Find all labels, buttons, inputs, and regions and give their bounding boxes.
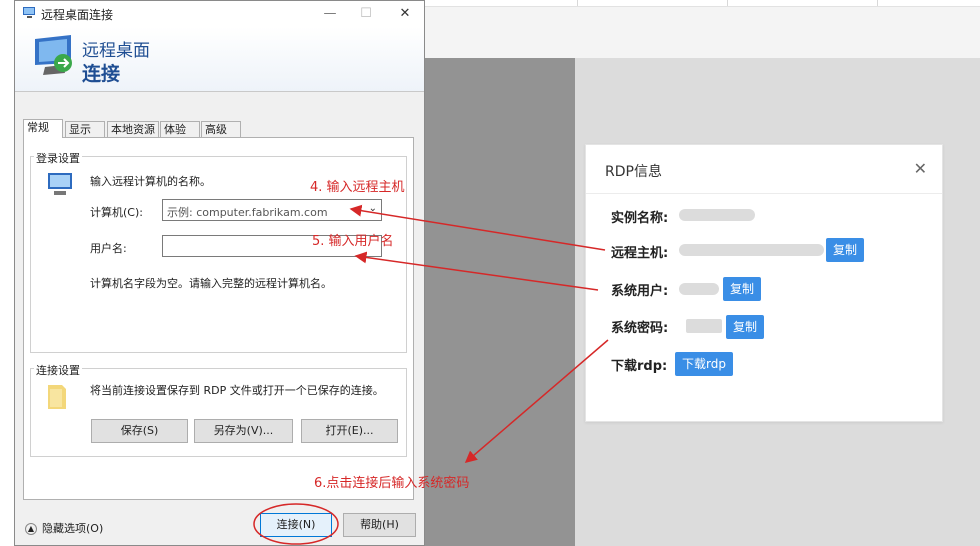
annotation-step5: 5. 输入用户名	[312, 234, 394, 249]
instance-name-value-redacted	[679, 209, 755, 221]
rdp-card-divider	[586, 193, 942, 194]
system-password-label: 系统密码:	[611, 321, 669, 336]
login-instruction: 输入远程计算机的名称。	[90, 175, 211, 188]
system-password-value-redacted	[686, 319, 722, 333]
close-button[interactable]: ✕	[385, 3, 425, 25]
computer-icon	[48, 173, 72, 195]
maximize-button[interactable]: ☐	[346, 3, 386, 25]
connection-settings-text: 将当前连接设置保存到 RDP 文件或打开一个已保存的连接。	[90, 384, 384, 397]
copy-user-button[interactable]: 复制	[723, 277, 762, 301]
rdp-card-title: RDP信息	[605, 164, 662, 180]
download-rdp-label: 下载rdp:	[611, 359, 668, 374]
background-app-toolbar	[425, 0, 980, 58]
save-as-button[interactable]: 另存为(V)...	[194, 419, 293, 443]
login-settings-label: 登录设置	[34, 150, 82, 166]
connect-button[interactable]: 连接(N)	[260, 513, 332, 537]
system-user-label: 系统用户:	[611, 284, 669, 299]
tab-display[interactable]: 显示	[65, 121, 105, 137]
computer-combobox[interactable]: 示例: computer.fabrikam.com ⌄	[162, 199, 382, 221]
chevron-up-icon: ▲	[25, 523, 37, 535]
instance-name-label: 实例名称:	[611, 211, 669, 226]
banner-divider	[15, 91, 424, 92]
copy-password-button[interactable]: 复制	[726, 315, 765, 339]
remote-host-label: 远程主机:	[611, 246, 669, 261]
computer-label: 计算机(C):	[90, 206, 143, 219]
tab-general[interactable]: 常规	[23, 119, 63, 138]
system-user-value-redacted	[679, 283, 719, 295]
rdp-app-icon	[23, 7, 35, 18]
remote-desktop-dialog: 远程桌面连接 — ☐ ✕ 远程桌面 连接 常规 显示 本地资源 体验 高级 登录…	[14, 0, 425, 546]
background-left-strip	[0, 0, 15, 546]
chevron-down-icon[interactable]: ⌄	[369, 203, 377, 214]
tab-local-resources[interactable]: 本地资源	[107, 121, 159, 137]
tab-experience[interactable]: 体验	[160, 121, 200, 137]
help-button[interactable]: 帮助(H)	[343, 513, 416, 537]
folder-icon	[48, 385, 66, 409]
banner-title-line1: 远程桌面	[82, 41, 150, 61]
close-icon[interactable]: ✕	[914, 159, 927, 178]
tab-divider	[577, 0, 578, 6]
rdp-info-card: RDP信息 ✕ 实例名称: 远程主机: 复制 系统用户: 复制 系统密码: 复制…	[585, 144, 943, 422]
computer-placeholder: 示例: computer.fabrikam.com	[167, 206, 328, 219]
download-rdp-button[interactable]: 下载rdp	[675, 352, 733, 376]
dialog-banner: 远程桌面 连接	[15, 27, 424, 91]
background-tab-strip	[425, 0, 980, 7]
save-button[interactable]: 保存(S)	[91, 419, 188, 443]
open-button[interactable]: 打开(E)...	[301, 419, 398, 443]
remote-host-value-redacted	[679, 244, 824, 256]
login-hint: 计算机名字段为空。请输入完整的远程计算机名。	[90, 277, 332, 290]
copy-host-button[interactable]: 复制	[826, 238, 865, 262]
remote-desktop-logo-icon	[35, 35, 72, 75]
hide-options-toggle[interactable]: ▲ 隐藏选项(O)	[25, 520, 103, 536]
banner-title-line2: 连接	[82, 63, 121, 85]
dialog-title: 远程桌面连接	[41, 8, 114, 22]
tab-divider	[877, 0, 878, 6]
username-label: 用户名:	[90, 242, 127, 255]
annotation-step6: 6.点击连接后输入系统密码	[314, 476, 470, 491]
hide-options-label: 隐藏选项(O)	[42, 522, 104, 535]
connection-settings-label: 连接设置	[34, 362, 82, 378]
minimize-button[interactable]: —	[310, 3, 350, 25]
dialog-titlebar: 远程桌面连接 — ☐ ✕	[15, 1, 424, 27]
annotation-step4: 4. 输入远程主机	[310, 180, 405, 195]
tab-divider	[727, 0, 728, 6]
tab-advanced[interactable]: 高级	[201, 121, 241, 137]
